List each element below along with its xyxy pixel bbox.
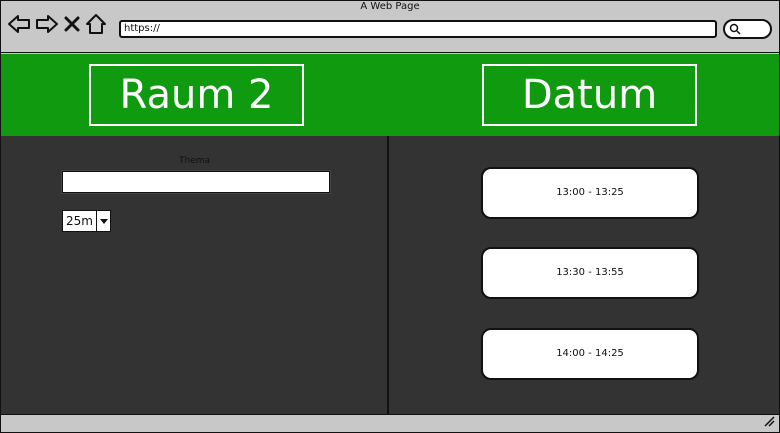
home-icon[interactable]	[85, 12, 107, 36]
page-header: Raum 2 Datum	[1, 54, 779, 136]
duration-value: 25m	[66, 214, 93, 228]
forward-arrow-icon[interactable]	[35, 12, 59, 36]
time-slot-button[interactable]: 13:30 - 13:55	[481, 247, 699, 299]
status-bar	[1, 412, 779, 432]
time-slot-button[interactable]: 13:00 - 13:25	[481, 167, 699, 219]
window-title: A Web Page	[360, 1, 420, 12]
theme-input[interactable]	[62, 171, 330, 193]
duration-select[interactable]: 25m	[62, 210, 111, 232]
resize-grip-icon[interactable]	[763, 412, 775, 431]
search-button[interactable]	[723, 19, 772, 39]
back-arrow-icon[interactable]	[7, 12, 31, 36]
browser-window: A Web Page https:// Raum 2 Datum Thema 2…	[0, 0, 780, 433]
time-slot-button[interactable]: 14:00 - 14:25	[481, 328, 699, 380]
close-x-icon[interactable]	[63, 12, 81, 36]
date-title: Datum	[482, 64, 697, 126]
column-divider	[387, 136, 389, 414]
nav-controls	[7, 11, 107, 37]
browser-titlebar: A Web Page https://	[1, 1, 779, 53]
room-title: Raum 2	[89, 64, 304, 126]
main-content: Thema 25m 13:00 - 13:25 13:30 - 13:55 14…	[1, 136, 779, 414]
url-input[interactable]: https://	[119, 20, 717, 38]
chevron-down-icon[interactable]	[95, 211, 110, 231]
theme-label: Thema	[179, 156, 211, 166]
titlebar-divider	[1, 52, 779, 53]
